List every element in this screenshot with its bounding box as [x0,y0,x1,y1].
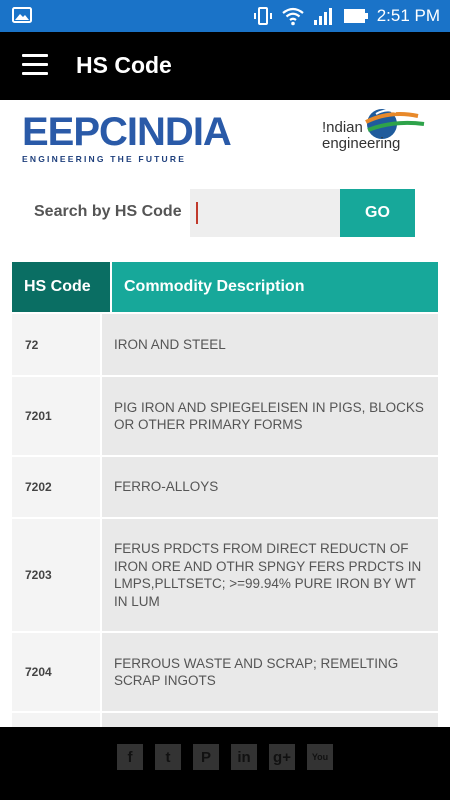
table-row[interactable]: 7203 FERUS PRDCTS FROM DIRECT REDUCTN OF… [12,517,438,631]
logo-line-indian: !ndian [322,119,363,136]
table-header: HS Code Commodity Description [12,262,438,312]
page-title: HS Code [76,52,172,78]
hs-code-search-input[interactable] [190,189,340,237]
header-commodity-description: Commodity Description [112,262,438,312]
indian-engineering-logo: !ndian engineering [320,104,432,170]
row-hs-code: 7203 [12,519,100,631]
row-hs-code: 72 [12,314,100,375]
row-description: FERROUS WASTE AND SCRAP; REMELTING SCRAP… [100,633,438,711]
gallery-notification-icon [12,7,32,23]
logo-wordmark: EEPCINDIA [22,110,232,154]
youtube-icon[interactable]: You [307,744,333,770]
signal-icon [313,8,332,25]
linkedin-icon[interactable]: in [231,744,257,770]
row-hs-code: 7201 [12,377,100,455]
wifi-icon [282,7,304,26]
twitter-icon[interactable]: t [155,744,181,770]
facebook-icon[interactable]: f [117,744,143,770]
row-description: IRON AND STEEL [100,314,438,375]
table-row[interactable]: 7204 FERROUS WASTE AND SCRAP; REMELTING … [12,631,438,711]
status-icons: 2:51 PM [253,0,440,32]
header-hs-code: HS Code [12,262,112,312]
row-hs-code: 7204 [12,633,100,711]
row-hs-code: 7202 [12,457,100,517]
social-links: f t P in g+ You [117,744,333,770]
row-description: FERRO-ALLOYS [100,457,438,517]
row-description: FERUS PRDCTS FROM DIRECT REDUCTN OF IRON… [100,519,438,631]
status-time: 2:51 PM [376,6,440,25]
logo-tagline: ENGINEERING THE FUTURE [22,154,187,164]
vibrate-icon [253,7,272,25]
table-row[interactable]: 72 IRON AND STEEL [12,312,438,375]
logo-line-engineering: engineering [322,135,401,152]
row-description: PIG IRON AND SPIEGELEISEN IN PIGS, BLOCK… [100,377,438,455]
table-row[interactable]: 7201 PIG IRON AND SPIEGELEISEN IN PIGS, … [12,375,438,455]
app-bar: HS Code [0,32,450,100]
go-button[interactable]: GO [340,189,415,237]
table-row[interactable]: 7202 FERRO-ALLOYS [12,455,438,517]
search-label: Search by HS Code [34,203,182,220]
indian-engineering-text: !ndian engineering [322,120,400,152]
hs-code-table: HS Code Commodity Description 72 IRON AN… [12,262,438,753]
text-cursor [196,202,198,224]
status-bar: 2:51 PM [0,0,450,32]
googleplus-icon[interactable]: g+ [269,744,295,770]
battery-icon [343,9,368,23]
footer: f t P in g+ You [0,727,450,800]
menu-icon[interactable] [22,54,48,76]
pinterest-icon[interactable]: P [193,744,219,770]
eepc-india-logo: EEPCINDIA ENGINEERING THE FUTURE [22,110,232,168]
